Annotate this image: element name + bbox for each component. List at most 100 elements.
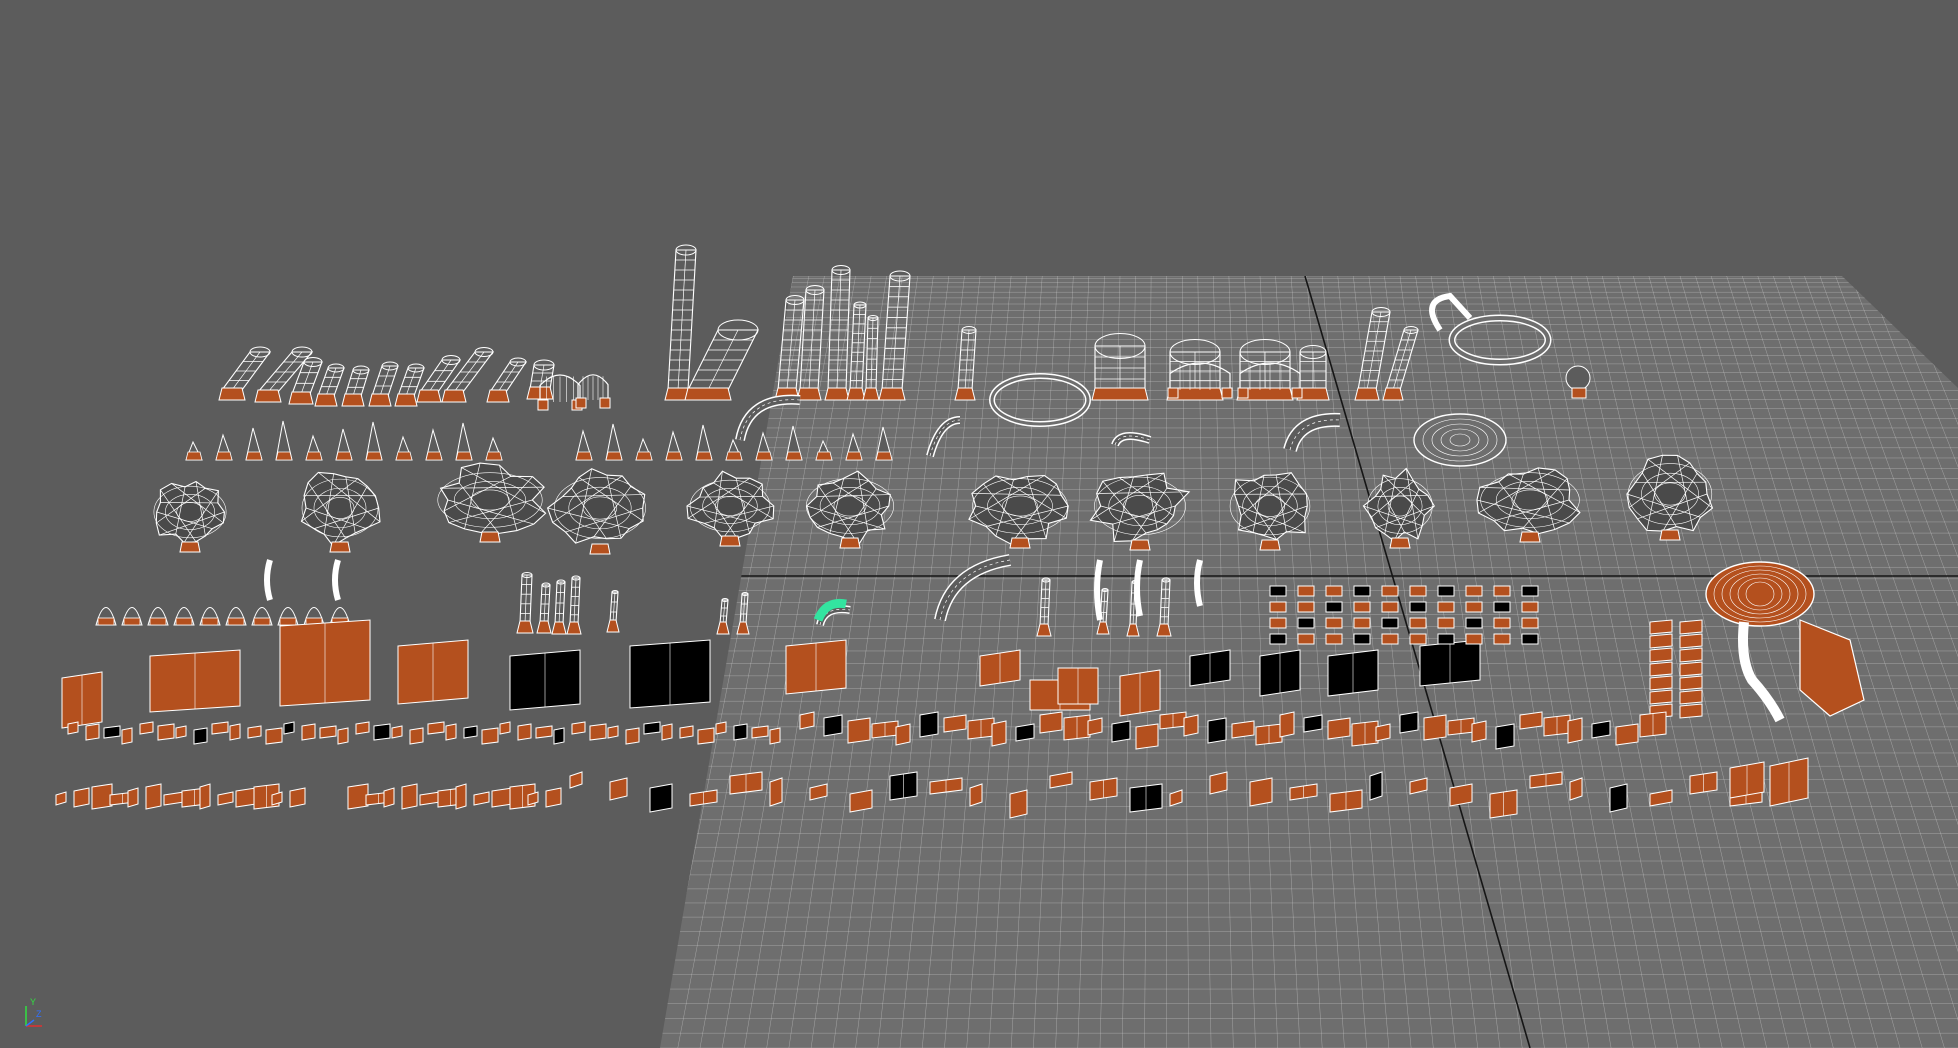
- block-mesh: [491, 787, 513, 808]
- block-mesh: [157, 723, 175, 741]
- scene-canvas[interactable]: [0, 0, 1958, 1048]
- blob-mesh: [437, 462, 547, 543]
- tube-mesh: [664, 244, 697, 401]
- block-mesh: [211, 721, 229, 735]
- block-mesh: [967, 717, 995, 740]
- block-mesh: [1493, 585, 1511, 597]
- block-mesh: [1135, 723, 1159, 750]
- block-mesh: [1423, 714, 1447, 741]
- block-mesh: [499, 721, 511, 735]
- tube-mesh: [368, 361, 399, 407]
- block-mesh: [1111, 720, 1131, 743]
- block-mesh: [193, 727, 208, 745]
- block-mesh: [1437, 633, 1455, 645]
- spike-mesh: [485, 436, 503, 461]
- tube-mesh: [516, 572, 534, 634]
- block-mesh: [247, 725, 262, 739]
- block-mesh: [1409, 617, 1427, 629]
- block-mesh: [91, 783, 113, 810]
- block-mesh: [919, 711, 939, 738]
- block-mesh: [347, 783, 369, 810]
- block-mesh: [1769, 757, 1809, 807]
- block-mesh: [409, 727, 424, 745]
- axis-gizmo: Y Z: [14, 996, 54, 1036]
- tube-mesh: [341, 365, 370, 407]
- block-mesh: [1447, 717, 1475, 736]
- block-mesh: [1649, 647, 1673, 663]
- block-mesh: [1679, 661, 1703, 677]
- block-mesh: [463, 725, 478, 739]
- block-mesh: [401, 783, 418, 810]
- block-mesh: [265, 727, 283, 745]
- block-mesh: [73, 787, 90, 808]
- block-mesh: [1209, 771, 1228, 795]
- block-mesh: [1419, 639, 1481, 687]
- block-mesh: [545, 787, 562, 808]
- block-mesh: [1465, 633, 1483, 645]
- block-mesh: [1649, 619, 1673, 635]
- block-mesh: [847, 717, 871, 744]
- drip-mesh: [332, 559, 341, 601]
- spike-mesh: [455, 422, 473, 461]
- block-mesh: [643, 721, 661, 735]
- block-mesh: [679, 725, 694, 739]
- block-mesh: [1269, 601, 1287, 613]
- block-mesh: [1325, 617, 1343, 629]
- block-mesh: [473, 791, 490, 806]
- block-mesh: [1353, 601, 1371, 613]
- block-mesh: [1329, 789, 1363, 813]
- block-mesh: [1521, 601, 1539, 613]
- axis-z-label: Z: [36, 1009, 42, 1019]
- spike-mesh: [335, 428, 353, 461]
- 3d-viewport[interactable]: Y Z: [0, 0, 1958, 1048]
- block-mesh: [769, 727, 781, 745]
- block-mesh: [1465, 601, 1483, 613]
- block-mesh: [1689, 771, 1718, 795]
- tube-mesh: [486, 357, 528, 403]
- block-mesh: [373, 723, 391, 741]
- block-mesh: [455, 783, 467, 810]
- tube-mesh: [551, 579, 567, 635]
- block-mesh: [1409, 585, 1427, 597]
- block-mesh: [1381, 633, 1399, 645]
- block-mesh: [1279, 711, 1295, 738]
- block-mesh: [1303, 714, 1323, 733]
- block-mesh: [1449, 783, 1473, 807]
- arch-mesh: [577, 374, 609, 400]
- block-mesh: [1297, 633, 1315, 645]
- spike-mesh: [665, 430, 683, 461]
- block-mesh: [61, 671, 103, 729]
- block-mesh: [1465, 585, 1483, 597]
- block-mesh: [571, 721, 586, 735]
- block-mesh: [1089, 777, 1118, 801]
- block-mesh: [1543, 714, 1571, 737]
- block-mesh: [1063, 714, 1091, 741]
- block-mesh: [979, 649, 1021, 687]
- block-mesh: [785, 639, 847, 695]
- block-mesh: [279, 619, 371, 707]
- block-mesh: [625, 727, 640, 745]
- block-mesh: [1569, 777, 1583, 801]
- block-mesh: [569, 771, 583, 789]
- block-mesh: [1521, 617, 1539, 629]
- block-mesh: [1269, 617, 1287, 629]
- spike-mesh: [725, 438, 743, 461]
- spike-mesh: [245, 427, 263, 461]
- block-mesh: [1495, 723, 1515, 750]
- block-mesh: [733, 723, 748, 741]
- spike-mesh: [275, 420, 293, 461]
- block-mesh: [1231, 720, 1255, 739]
- block-mesh: [895, 723, 911, 746]
- block-mesh: [1591, 720, 1611, 739]
- block-mesh: [1381, 585, 1399, 597]
- block-mesh: [199, 783, 211, 810]
- block-mesh: [85, 723, 100, 741]
- block-mesh: [1649, 675, 1673, 691]
- block-mesh: [751, 725, 769, 739]
- drip-mesh: [264, 559, 273, 601]
- block-mesh: [1489, 789, 1518, 819]
- block-mesh: [1353, 585, 1371, 597]
- block-mesh: [355, 721, 370, 735]
- block-mesh: [1521, 585, 1539, 597]
- block-mesh: [139, 721, 154, 735]
